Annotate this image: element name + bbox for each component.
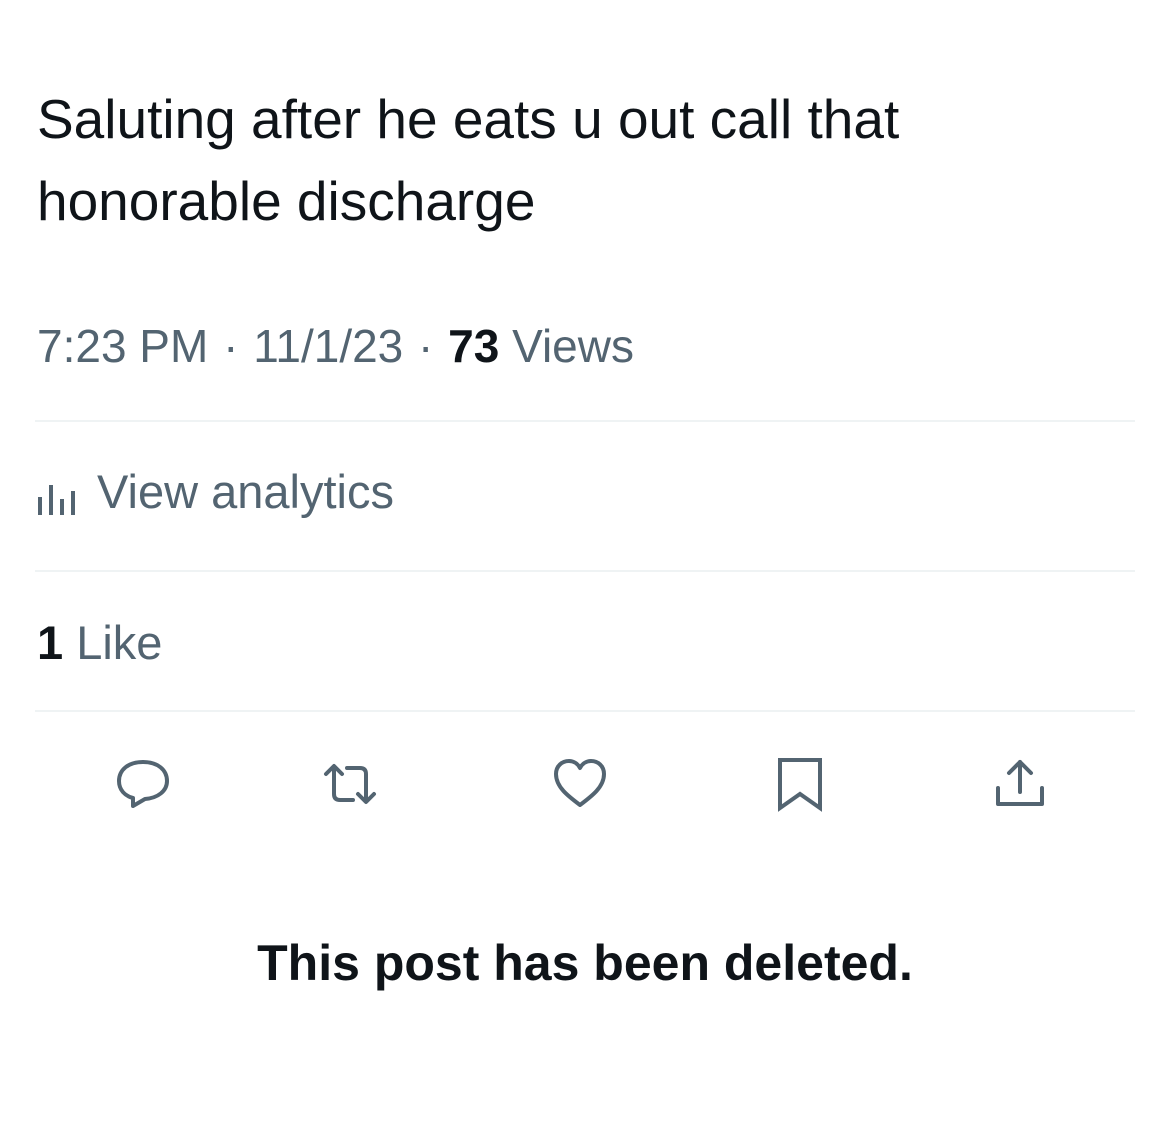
bookmark-button[interactable]	[768, 752, 832, 816]
views-count: 73	[448, 320, 500, 372]
meta-separator: ·	[223, 320, 239, 372]
reply-button[interactable]	[111, 752, 175, 816]
tweet-text: Saluting after he eats u out call that h…	[37, 88, 900, 232]
divider	[35, 570, 1135, 572]
tweet-meta: 7:23 PM · 11/1/23 · 73 Views	[37, 314, 634, 378]
meta-separator: ·	[418, 320, 434, 372]
tweet-time[interactable]: 7:23 PM	[37, 320, 208, 372]
like-button[interactable]	[548, 752, 612, 816]
bar-chart-icon	[37, 473, 77, 515]
retweet-icon	[324, 764, 376, 804]
heart-icon	[554, 759, 606, 807]
share-icon	[996, 760, 1044, 806]
view-analytics-link[interactable]: View analytics	[37, 458, 394, 524]
tweet-date[interactable]: 11/1/23	[253, 320, 403, 372]
likes-count-link[interactable]: 1 Like	[37, 610, 162, 676]
likes-count: 1	[37, 616, 64, 669]
view-analytics-label: View analytics	[97, 464, 394, 518]
divider	[35, 710, 1135, 712]
likes-label: Like	[76, 616, 163, 669]
reply-icon	[117, 760, 169, 808]
deleted-notice: This post has been deleted.	[257, 935, 913, 991]
share-button[interactable]	[988, 752, 1052, 816]
bookmark-icon	[778, 758, 822, 812]
divider	[35, 420, 1135, 422]
views-label: Views	[512, 320, 634, 372]
retweet-button[interactable]	[318, 752, 382, 816]
